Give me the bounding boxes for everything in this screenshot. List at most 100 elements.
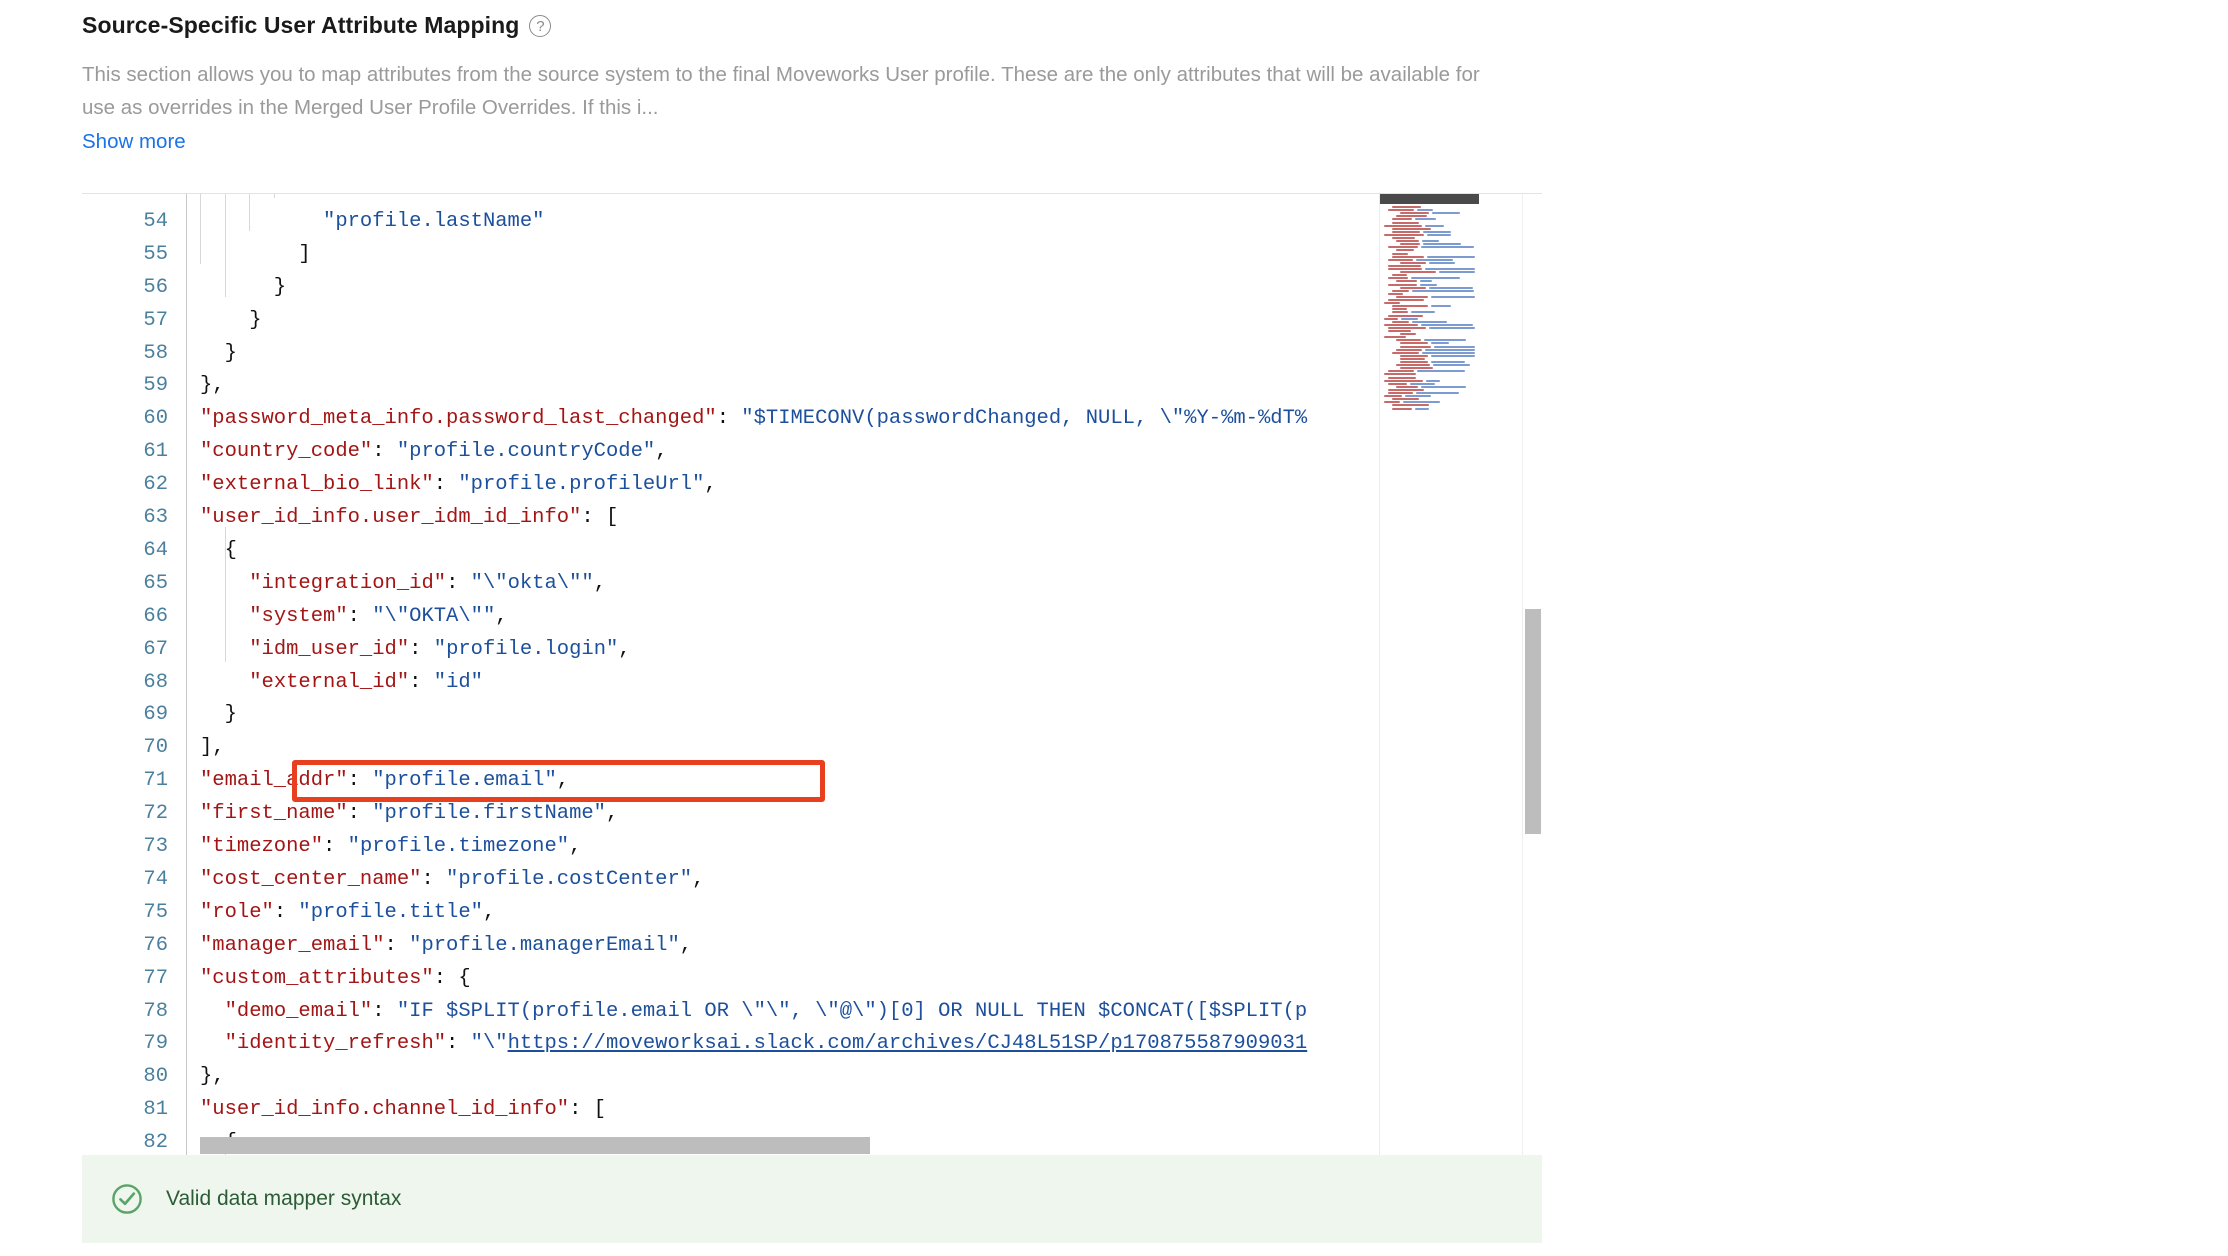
line-number: 54 [143, 209, 168, 233]
code-editor[interactable]: 5354 "profile.lastName"55 ]56 }57 }58 }5… [82, 193, 1542, 1155]
help-circle-icon[interactable]: ? [529, 15, 552, 37]
code-line[interactable]: 59}, [82, 370, 1542, 403]
code-line[interactable]: 53 [82, 194, 1542, 206]
code-text[interactable]: "manager_email": "profile.managerEmail", [200, 930, 692, 963]
code-line[interactable]: 74 "cost_center_name": "profile.costCente… [82, 864, 1542, 897]
horizontal-scrollbar-thumb[interactable] [200, 1137, 870, 1154]
minimap-line [1388, 392, 1413, 394]
code-line[interactable]: 64 { [82, 535, 1542, 568]
minimap-line [1392, 218, 1413, 221]
code-line[interactable]: 73 "timezone": "profile.timezone", [82, 831, 1542, 864]
code-editor-viewport[interactable]: 5354 "profile.lastName"55 ]56 }57 }58 }5… [82, 194, 1542, 1155]
line-number: 56 [143, 275, 168, 299]
code-token-p: : [433, 473, 459, 497]
minimap-line [1424, 348, 1475, 351]
code-line[interactable]: 76 "manager_email": "profile.managerEmail… [82, 930, 1542, 963]
code-text[interactable]: "cost_center_name": "profile.costCenter"… [200, 864, 704, 897]
code-line[interactable]: 75 "role": "profile.title", [82, 897, 1542, 930]
code-token-p: ] [200, 242, 311, 266]
minimap-line [1423, 230, 1451, 233]
minimap-line [1400, 261, 1426, 264]
code-text[interactable]: "external_bio_link": "profile.profileUrl… [200, 469, 717, 502]
code-text[interactable]: "first_name": "profile.firstName", [200, 798, 618, 831]
code-token-lnk[interactable]: https://moveworksai.slack.com/archives/C… [508, 1032, 1308, 1055]
code-text[interactable]: "demo_email": "IF $SPLIT(profile.email O… [200, 996, 1308, 1029]
code-text[interactable]: }, [200, 1061, 225, 1094]
code-token-p [200, 1032, 225, 1055]
code-line[interactable]: 77 "custom_attributes": { [82, 963, 1542, 996]
code-text[interactable]: "user_id_info.user_idm_id_info": [ [200, 502, 618, 535]
minimap-line [1392, 398, 1420, 401]
code-minimap[interactable] [1379, 194, 1479, 1155]
code-text[interactable]: }, [200, 370, 225, 403]
code-token-p: } [200, 341, 237, 365]
code-line[interactable]: 57 } [82, 305, 1542, 338]
code-text[interactable]: "idm_user_id": "profile.login", [200, 634, 630, 667]
status-message: Valid data mapper syntax [166, 1187, 402, 1210]
minimap-line [1428, 286, 1474, 289]
code-text[interactable]: "user_id_info.channel_id_info": [ [200, 1094, 606, 1127]
code-text[interactable]: "profile.lastName" [200, 206, 544, 239]
minimap-line [1414, 407, 1429, 410]
page-root: Source-Specific User Attribute Mapping ?… [0, 0, 2228, 1256]
code-text[interactable]: "integration_id": "\"okta\"", [200, 568, 606, 601]
code-text[interactable]: } [200, 305, 261, 338]
editor-horizontal-scrollbar[interactable] [200, 1135, 1456, 1155]
code-text[interactable]: "role": "profile.title", [200, 897, 495, 930]
code-line[interactable]: 61 "country_code": "profile.countryCode", [82, 436, 1542, 469]
code-line[interactable]: 72 "first_name": "profile.firstName", [82, 798, 1542, 831]
code-line[interactable]: 62 "external_bio_link": "profile.profileU… [82, 469, 1542, 502]
code-line[interactable]: 69 } [82, 699, 1542, 732]
code-line[interactable]: 70], [82, 732, 1542, 765]
code-token-s: "$TIMECONV(passwordChanged, NULL, \"%Y-%… [741, 407, 1308, 431]
code-line[interactable]: 63 "user_id_info.user_idm_id_info": [ [82, 502, 1542, 535]
vertical-scrollbar-thumb[interactable] [1525, 609, 1541, 834]
code-token-p: : [372, 999, 397, 1023]
code-text[interactable]: "external_id": "id" [200, 667, 483, 700]
code-text[interactable]: "custom_attributes": { [200, 963, 471, 996]
minimap-line [1424, 339, 1467, 342]
code-token-p: : [273, 900, 299, 924]
editor-vertical-scrollbar[interactable] [1522, 194, 1542, 1155]
code-text[interactable]: { [200, 535, 237, 568]
minimap-line [1400, 286, 1426, 289]
minimap-slider[interactable] [1380, 194, 1479, 204]
minimap-line [1426, 233, 1452, 236]
code-line[interactable]: 80}, [82, 1061, 1542, 1094]
minimap-line [1432, 212, 1460, 215]
code-text[interactable]: } [200, 699, 237, 732]
code-token-p: , [655, 440, 668, 464]
code-line[interactable]: 54 "profile.lastName" [82, 206, 1542, 239]
code-text[interactable]: "timezone": "profile.timezone", [200, 831, 581, 864]
code-token-k: "external_id" [249, 670, 410, 694]
code-text[interactable]: } [200, 272, 286, 305]
minimap-line [1396, 240, 1420, 243]
code-line[interactable]: 56 } [82, 272, 1542, 305]
minimap-line [1400, 367, 1433, 370]
line-number: 76 [143, 933, 168, 957]
code-text[interactable]: ] [200, 239, 311, 272]
show-more-link[interactable]: Show more [82, 130, 186, 154]
code-line[interactable]: 81 "user_id_info.channel_id_info": [ [82, 1094, 1542, 1127]
code-line[interactable]: 65 "integration_id": "\"okta\"", [82, 568, 1542, 601]
minimap-line [1384, 395, 1403, 398]
code-line[interactable]: 78 "demo_email": "IF $SPLIT(profile.emai… [82, 996, 1542, 1029]
code-token-p: { [200, 538, 237, 562]
code-line[interactable]: 79 "identity_refresh": "\"https://movewo… [82, 1028, 1542, 1061]
code-line[interactable]: 58 } [82, 338, 1542, 371]
code-text[interactable]: "email_addr": "profile.email", [200, 765, 569, 798]
line-number: 78 [143, 999, 168, 1023]
code-line[interactable]: 67 "idm_user_id": "profile.login", [82, 634, 1542, 667]
code-text[interactable]: "password_meta_info.password_last_change… [200, 403, 1307, 436]
code-text[interactable]: "country_code": "profile.countryCode", [200, 436, 668, 469]
code-text[interactable]: "system": "\"OKTA\"", [200, 601, 507, 634]
code-text[interactable]: } [200, 338, 237, 371]
code-text[interactable]: ], [200, 732, 225, 765]
code-line[interactable]: 66 "system": "\"OKTA\"", [82, 601, 1542, 634]
code-line[interactable]: 68 "external_id": "id" [82, 667, 1542, 700]
code-text[interactable]: "identity_refresh": "\"https://moveworks… [200, 1028, 1308, 1061]
code-line[interactable]: 55 ] [82, 239, 1542, 272]
code-line[interactable]: 71 "email_addr": "profile.email", [82, 765, 1542, 798]
code-line[interactable]: 60 "password_meta_info.password_last_chan… [82, 403, 1542, 436]
code-token-s: "IF $SPLIT(profile.email OR \"\", \"@\")… [396, 999, 1308, 1023]
